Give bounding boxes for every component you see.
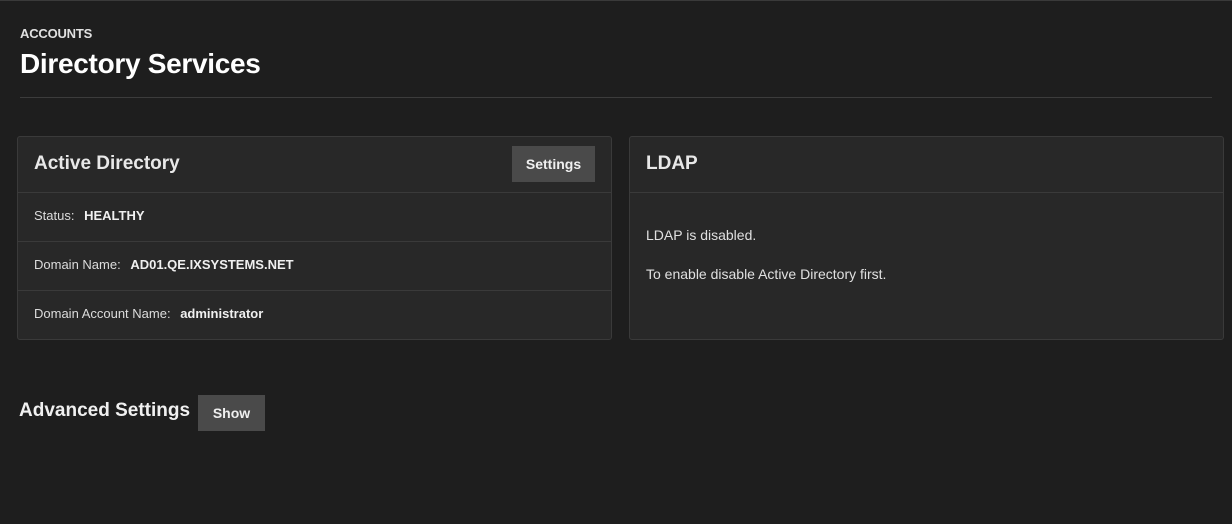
ldap-body: LDAP is disabled. To enable disable Acti… xyxy=(630,193,1223,282)
domain-account-name-row: Domain Account Name: administrator xyxy=(18,291,611,340)
show-advanced-button[interactable]: Show xyxy=(198,395,265,431)
page-header: ACCOUNTS Directory Services xyxy=(20,1,1212,98)
active-directory-card: Active Directory Settings Status: HEALTH… xyxy=(17,136,612,340)
directory-services-page: ACCOUNTS Directory Services Active Direc… xyxy=(0,0,1232,524)
ldap-card: LDAP LDAP is disabled. To enable disable… xyxy=(629,136,1224,340)
settings-button[interactable]: Settings xyxy=(512,146,595,182)
domain-account-name-value: administrator xyxy=(180,306,264,321)
domain-name-row: Domain Name: AD01.QE.IXSYSTEMS.NET xyxy=(18,242,611,291)
domain-name-label: Domain Name: xyxy=(34,257,121,272)
status-value: HEALTHY xyxy=(84,208,145,223)
domain-name-value: AD01.QE.IXSYSTEMS.NET xyxy=(130,257,294,272)
breadcrumb[interactable]: ACCOUNTS xyxy=(20,26,92,41)
ldap-title: LDAP xyxy=(646,153,698,174)
domain-account-name-label: Domain Account Name: xyxy=(34,306,171,321)
active-directory-card-header: Active Directory Settings xyxy=(18,137,611,193)
ldap-card-header: LDAP xyxy=(630,137,1223,193)
advanced-settings-title: Advanced Settings xyxy=(19,400,191,421)
page-title: Directory Services xyxy=(20,48,261,79)
ldap-enable-hint: To enable disable Active Directory first… xyxy=(646,266,887,282)
ldap-disabled-message: LDAP is disabled. xyxy=(646,227,757,243)
active-directory-title: Active Directory xyxy=(34,153,180,174)
status-label: Status: xyxy=(34,208,75,223)
status-row: Status: HEALTHY xyxy=(18,193,611,242)
